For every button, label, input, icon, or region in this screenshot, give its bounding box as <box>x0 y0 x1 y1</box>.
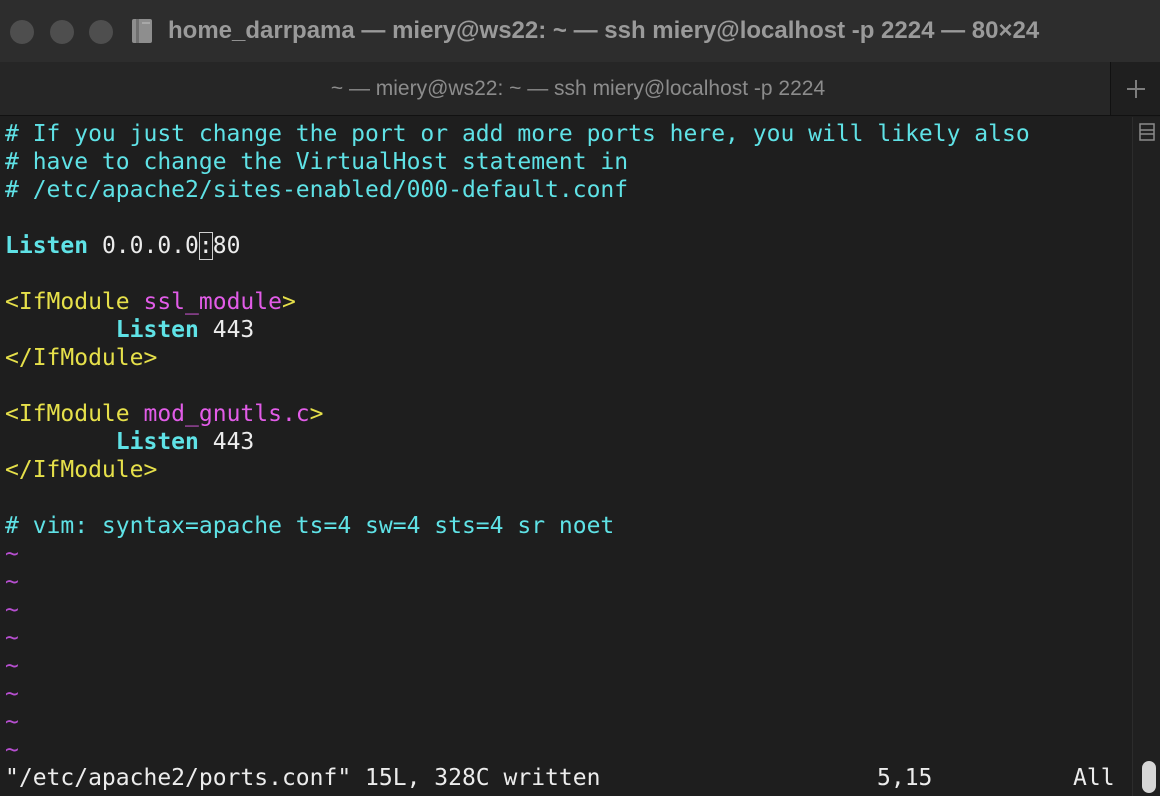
cursor-position: 5,15 <box>877 765 933 791</box>
comment-line: # have to change the VirtualHost stateme… <box>5 149 629 175</box>
ifmodule-open-line: <IfModule ssl_module> <box>5 288 296 316</box>
empty-line-marker: ~ <box>5 653 19 679</box>
listen-address: 0.0.0.0 <box>88 233 199 259</box>
listen-keyword: Listen <box>115 429 199 455</box>
scroll-position: All <box>1073 765 1115 791</box>
tag-close-bracket: > <box>281 289 296 315</box>
listen-port: 443 <box>198 317 255 343</box>
ifmodule-close-line: </IfModule> <box>5 345 158 371</box>
title-bar[interactable]: home_darrpama — miery@ws22: ~ — ssh mier… <box>0 0 1160 62</box>
empty-line-marker: ~ <box>5 569 19 595</box>
tab-bar: ~ — miery@ws22: ~ — ssh miery@localhost … <box>0 62 1160 116</box>
scrollbar-thumb[interactable] <box>1142 761 1156 793</box>
ifmodule-open-line: <IfModule mod_gnutls.c> <box>5 400 324 428</box>
listen-directive-line: Listen 443 <box>5 428 254 456</box>
empty-line-marker: ~ <box>5 681 19 707</box>
comment-line: # If you just change the port or add mor… <box>5 121 1030 147</box>
listen-directive-line: Listen 443 <box>5 316 254 344</box>
module-name: mod_gnutls.c <box>143 401 310 427</box>
window-title: home_darrpama — miery@ws22: ~ — ssh mier… <box>168 17 1040 44</box>
listen-port: 80 <box>212 233 241 259</box>
listen-port: 443 <box>198 429 255 455</box>
tab-ssh-session[interactable]: ~ — miery@ws22: ~ — ssh miery@localhost … <box>0 62 1110 115</box>
tag-close-bracket: > <box>309 401 324 427</box>
ifmodule-close-line: </IfModule> <box>5 457 158 483</box>
plus-icon <box>1127 80 1145 98</box>
module-name: ssl_module <box>143 289 282 315</box>
new-tab-button[interactable] <box>1110 62 1160 115</box>
terminal-window: home_darrpama — miery@ws22: ~ — ssh mier… <box>0 0 1160 796</box>
menu-icon[interactable] <box>1139 123 1155 141</box>
listen-keyword: Listen <box>5 233 89 259</box>
comment-line: # /etc/apache2/sites-enabled/000-default… <box>5 177 629 203</box>
ifmodule-open-tag: <IfModule <box>5 401 144 427</box>
tab-label: ~ — miery@ws22: ~ — ssh miery@localhost … <box>330 77 826 100</box>
empty-line-marker: ~ <box>5 709 19 735</box>
empty-line-marker: ~ <box>5 625 19 651</box>
status-message: "/etc/apache2/ports.conf" 15L, 328C writ… <box>5 765 601 791</box>
zoom-icon[interactable] <box>89 20 113 44</box>
terminal-content[interactable]: # If you just change the port or add mor… <box>0 117 1132 796</box>
text-cursor: : <box>198 232 213 260</box>
vim-status-line: "/etc/apache2/ports.conf" 15L, 328C writ… <box>5 764 1125 792</box>
listen-directive-line: Listen 0.0.0.0:80 <box>5 232 240 260</box>
empty-line-marker: ~ <box>5 541 19 567</box>
minimize-icon[interactable] <box>50 20 74 44</box>
vim-modeline: # vim: syntax=apache ts=4 sw=4 sts=4 sr … <box>5 513 615 539</box>
ifmodule-open-tag: <IfModule <box>5 289 144 315</box>
empty-line-marker: ~ <box>5 597 19 623</box>
scrollbar[interactable] <box>1132 117 1160 796</box>
listen-keyword: Listen <box>115 317 199 343</box>
empty-line-marker: ~ <box>5 737 19 763</box>
folder-icon <box>132 19 152 43</box>
close-icon[interactable] <box>10 20 34 44</box>
